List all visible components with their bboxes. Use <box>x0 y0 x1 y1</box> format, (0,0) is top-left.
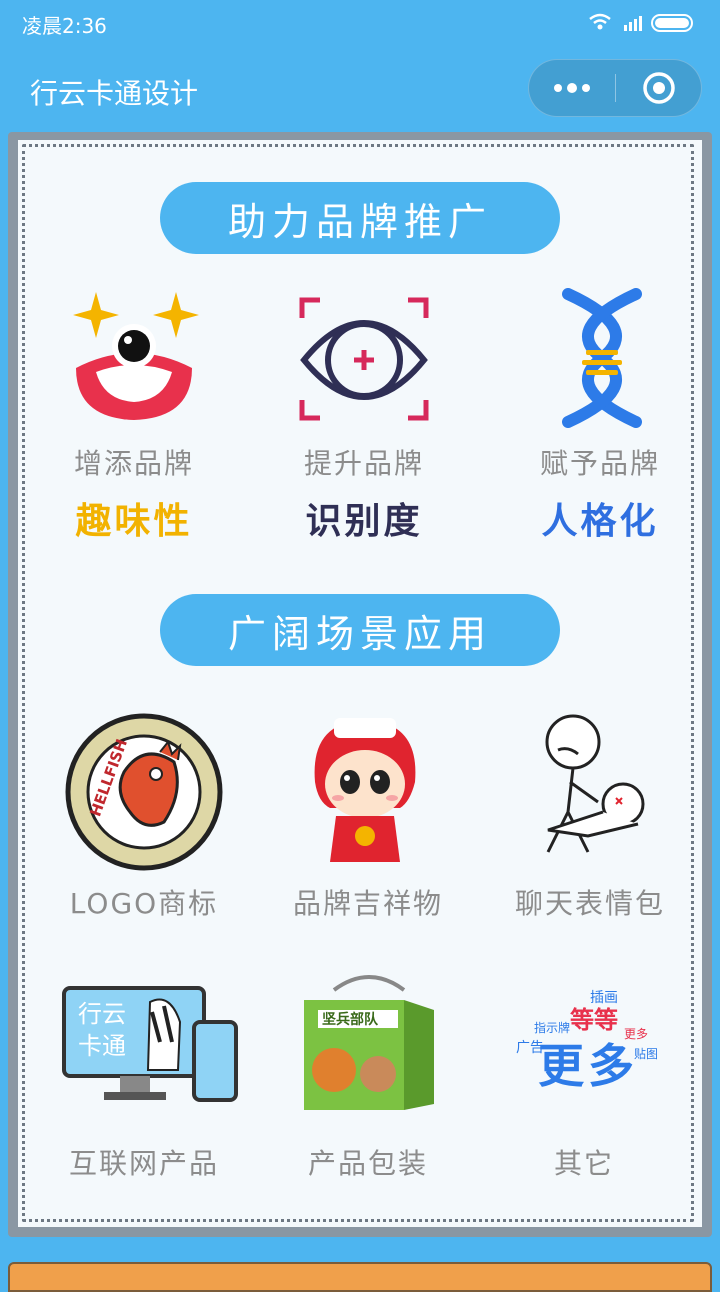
cloud-word-5: 指示牌 <box>534 1020 570 1035</box>
mini-program-capsule <box>528 59 702 117</box>
clown-smile-icon <box>64 288 204 428</box>
feature-value-1: 趣味性 <box>75 501 193 542</box>
more-dots-icon <box>554 83 590 93</box>
content-panel: 助力品牌推广 增添品牌 提升品牌 赋予品牌 趣味性 识别度 人格化 广阔场景应用… <box>18 140 702 1227</box>
cloud-word-7: 贴图 <box>634 1047 658 1061</box>
content-frame: 助力品牌推广 增添品牌 提升品牌 赋予品牌 趣味性 识别度 人格化 广阔场景应用… <box>8 132 712 1237</box>
logo-badge-image[interactable]: HELLFISH <box>64 712 224 872</box>
feature-label-2: 提升品牌 <box>303 447 424 480</box>
cloud-word-4: 插画 <box>590 990 618 1006</box>
screen-text-2: 卡通 <box>78 1032 126 1060</box>
section-title-promo: 助力品牌推广 <box>160 182 560 254</box>
bottom-action-bar[interactable] <box>8 1262 712 1292</box>
nav-bar: 行云卡通设计 <box>0 46 720 132</box>
cloud-word-8: 更多 <box>624 1027 648 1041</box>
section-title-scene: 广阔场景应用 <box>160 594 560 666</box>
app-label-mascot: 品牌吉祥物 <box>292 887 443 920</box>
cloud-word-3: 等等 <box>570 1006 618 1034</box>
cloud-word-1: 更 <box>538 1039 585 1093</box>
package-box-image[interactable]: 坚兵部队 <box>294 970 444 1120</box>
status-bar: 凌晨2:36 <box>0 0 720 46</box>
wifi-signal-battery-icon <box>589 13 693 32</box>
close-button[interactable] <box>616 60 702 116</box>
dna-helix-icon <box>532 288 672 428</box>
app-label-packaging: 产品包装 <box>307 1147 428 1180</box>
mascot-image[interactable] <box>300 712 430 872</box>
screens-image[interactable]: 行云 卡通 <box>60 982 240 1112</box>
target-close-icon <box>643 72 675 104</box>
feature-value-3: 人格化 <box>541 501 659 542</box>
app-label-internet: 互联网产品 <box>68 1147 219 1180</box>
cloud-word-2: 多 <box>588 1039 634 1093</box>
status-time: 凌晨2:36 <box>22 14 107 38</box>
more-button[interactable] <box>529 60 615 116</box>
cloud-word-6: 广告 <box>516 1040 544 1056</box>
app-label-other: 其它 <box>553 1147 614 1180</box>
screen-text-1: 行云 <box>78 1000 126 1028</box>
page-title: 行云卡通设计 <box>30 77 199 110</box>
eye-target-icon <box>294 290 434 430</box>
feature-value-2: 识别度 <box>305 501 423 542</box>
feature-label-1: 增添品牌 <box>73 447 194 480</box>
sticker-image[interactable] <box>528 712 658 872</box>
box-text: 坚兵部队 <box>322 1011 379 1028</box>
feature-label-3: 赋予品牌 <box>539 447 660 480</box>
word-cloud-image[interactable]: 更 多 等等 插画 指示牌 广告 贴图 更多 <box>504 982 674 1112</box>
status-icons <box>588 12 698 38</box>
app-label-logo: LOGO商标 <box>69 887 219 920</box>
app-label-sticker: 聊天表情包 <box>514 887 665 920</box>
